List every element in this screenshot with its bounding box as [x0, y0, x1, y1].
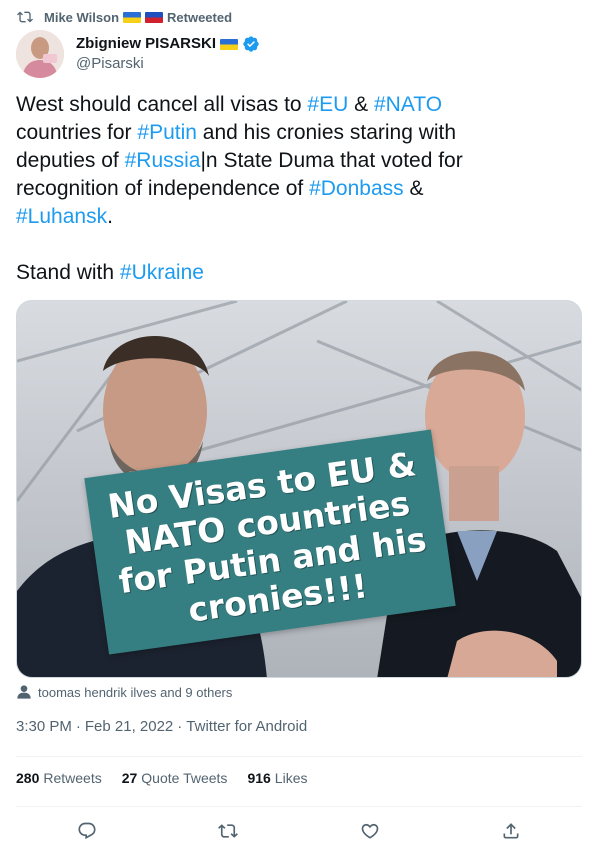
- overlay-caption-text: No Visas to EU & NATO countries for Puti…: [105, 444, 429, 630]
- ukraine-flag-icon: [220, 38, 239, 50]
- likes-count: 916: [247, 770, 271, 786]
- likes-label: Likes: [274, 770, 308, 786]
- tweet-metadata: 3:30 PM · Feb 21, 2022 · Twitter for And…: [16, 718, 307, 735]
- author-handle[interactable]: @Pisarski: [76, 54, 260, 74]
- text-segment: West should cancel all visas to: [16, 93, 308, 116]
- tweet-author[interactable]: Zbigniew PISARSKI @Pisarski: [16, 30, 260, 78]
- reply-button[interactable]: [70, 814, 104, 848]
- verified-badge-icon: [242, 35, 260, 53]
- hashtag-link[interactable]: #Donbass: [309, 177, 404, 200]
- hashtag-link[interactable]: #Putin: [137, 121, 197, 144]
- tagged-users[interactable]: toomas hendrik ilves and 9 others: [16, 684, 232, 700]
- tagged-users-text: toomas hendrik ilves and 9 others: [38, 684, 233, 700]
- hashtag-link[interactable]: #Russia: [125, 149, 201, 172]
- divider: [16, 756, 582, 757]
- tweet-time[interactable]: 3:30 PM: [16, 718, 72, 735]
- retweeted-label: Retweeted: [167, 9, 233, 25]
- retweet-context[interactable]: Mike Wilson Retweeted: [16, 8, 232, 26]
- likes-stat[interactable]: 916 Likes: [247, 770, 307, 786]
- text-segment: &: [409, 177, 424, 200]
- author-display-name[interactable]: Zbigniew PISARSKI: [76, 34, 260, 54]
- retweeter-name[interactable]: Mike Wilson: [44, 10, 119, 25]
- retweets-count: 280: [16, 770, 40, 786]
- text-segment: countries for: [16, 121, 132, 144]
- hashtag-link[interactable]: #NATO: [374, 93, 442, 116]
- retweet-button[interactable]: [211, 814, 245, 848]
- share-icon: [503, 823, 519, 839]
- avatar[interactable]: [16, 30, 64, 78]
- tweet-source[interactable]: Twitter for Android: [186, 718, 307, 735]
- hashtag-link[interactable]: #EU: [307, 93, 348, 116]
- retweets-stat[interactable]: 280 Retweets: [16, 770, 102, 786]
- tweet-text: West should cancel all visas to #EU & #N…: [16, 91, 586, 287]
- person-icon: [16, 684, 32, 700]
- like-icon: [361, 823, 379, 839]
- author-name-text: Zbigniew PISARSKI: [76, 35, 217, 52]
- retweet-icon: [16, 8, 34, 26]
- separator-dot: ·: [177, 718, 183, 735]
- hashtag-link[interactable]: #Luhansk: [16, 205, 107, 228]
- retweet-icon: [218, 824, 239, 838]
- quote-tweets-count: 27: [121, 770, 138, 786]
- share-button[interactable]: [494, 814, 528, 848]
- ukraine-flag-icon: [123, 11, 142, 23]
- separator-dot: ·: [75, 718, 81, 735]
- hashtag-link[interactable]: #Ukraine: [120, 261, 204, 284]
- retweets-label: Retweets: [43, 770, 102, 786]
- quote-tweets-label: Quote Tweets: [141, 770, 228, 786]
- quote-tweets-stat[interactable]: 27 Quote Tweets: [122, 770, 228, 786]
- reply-icon: [78, 822, 96, 840]
- like-button[interactable]: [353, 814, 387, 848]
- tweet-actions: [16, 814, 582, 848]
- divider: [16, 806, 582, 807]
- tweet-media-photo[interactable]: No Visas to EU & NATO countries for Puti…: [16, 300, 582, 678]
- engagement-stats: 280 Retweets 27 Quote Tweets 916 Likes: [16, 770, 327, 786]
- text-segment: &: [348, 93, 374, 116]
- flag-icon: [145, 11, 164, 23]
- tweet-date[interactable]: Feb 21, 2022: [85, 718, 173, 735]
